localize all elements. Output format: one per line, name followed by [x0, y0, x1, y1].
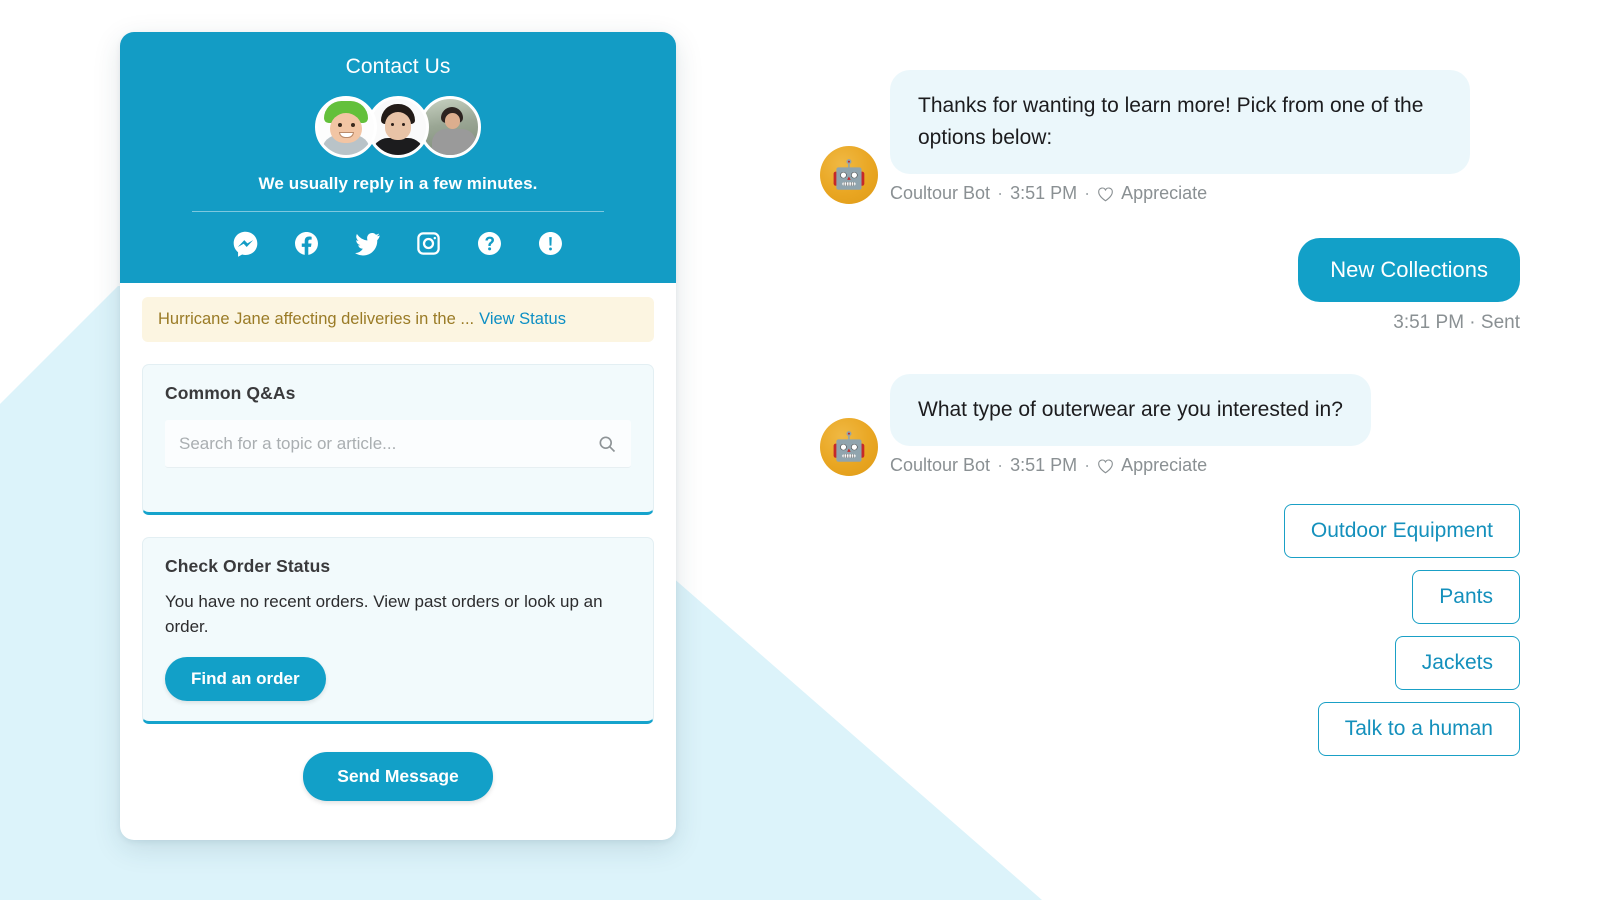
- message-incoming-2: 🤖 What type of outerwear are you interes…: [820, 374, 1520, 476]
- quick-reply-pants[interactable]: Pants: [1412, 570, 1520, 624]
- robot-icon: 🤖: [820, 418, 878, 476]
- message-sender: Coultour Bot: [890, 183, 991, 203]
- message-incoming-1: 🤖 Thanks for wanting to learn more! Pick…: [820, 70, 1520, 204]
- quick-reply-jackets[interactable]: Jackets: [1394, 636, 1520, 690]
- widget-header: Contact Us We usually reply in a few min…: [120, 32, 676, 283]
- find-an-order-button[interactable]: Find an order: [165, 657, 326, 701]
- common-qa-panel: Common Q&As: [142, 364, 654, 515]
- message-bubble: What type of outerwear are you intereste…: [890, 374, 1371, 446]
- message-time: 3:51 PM: [1010, 455, 1078, 475]
- page-title: Contact Us: [345, 55, 451, 78]
- message-body: Thanks for wanting to learn more! Pick f…: [890, 70, 1520, 204]
- quick-reply-talk-to-a-human[interactable]: Talk to a human: [1317, 702, 1520, 756]
- facebook-icon[interactable]: [293, 230, 320, 257]
- search-field-wrapper[interactable]: [165, 420, 631, 468]
- meta-separator: ·: [1084, 455, 1091, 475]
- conversation-thread: 🤖 Thanks for wanting to learn more! Pick…: [820, 70, 1520, 756]
- search-input[interactable]: [179, 433, 597, 454]
- agent-avatar-1: [315, 96, 377, 158]
- send-message-button[interactable]: Send Message: [303, 751, 493, 801]
- agent-avatar-group: [158, 96, 638, 158]
- message-meta: 3:51 PM · Sent: [1393, 312, 1520, 333]
- help-icon[interactable]: [476, 230, 503, 257]
- message-time: 3:51 PM: [1010, 183, 1078, 203]
- widget-body: Hurricane Jane affecting deliveries in t…: [120, 283, 676, 840]
- order-status-description: You have no recent orders. View past ord…: [165, 592, 603, 636]
- message-sender: Coultour Bot: [890, 455, 991, 475]
- contact-widget: Contact Us We usually reply in a few min…: [120, 32, 676, 840]
- view-status-link[interactable]: View Status: [479, 310, 566, 329]
- widget-footer: Send Message: [142, 724, 654, 840]
- instagram-icon[interactable]: [415, 230, 442, 257]
- appreciate-label[interactable]: Appreciate: [1121, 455, 1207, 476]
- common-qa-title: Common Q&As: [165, 383, 296, 403]
- qa-panel-spacer: [165, 468, 631, 492]
- order-status-title: Check Order Status: [165, 556, 331, 576]
- social-links-row: [158, 230, 638, 257]
- meta-separator: ·: [997, 455, 1004, 475]
- message-outgoing-1: New Collections 3:51 PM · Sent: [820, 238, 1520, 334]
- quick-reply-outdoor-equipment[interactable]: Outdoor Equipment: [1283, 504, 1520, 558]
- message-body: What type of outerwear are you intereste…: [890, 374, 1520, 476]
- alert-message: Hurricane Jane affecting deliveries in t…: [158, 310, 475, 328]
- screen-root: Contact Us We usually reply in a few min…: [0, 0, 1600, 900]
- twitter-icon[interactable]: [354, 230, 381, 257]
- heart-icon[interactable]: [1097, 458, 1114, 474]
- message-meta: Coultour Bot · 3:51 PM · Appreciate: [890, 183, 1520, 204]
- heart-icon[interactable]: [1097, 186, 1114, 202]
- search-icon[interactable]: [597, 434, 617, 454]
- header-divider: [191, 211, 605, 212]
- status-alert-banner: Hurricane Jane affecting deliveries in t…: [142, 297, 654, 342]
- alert-icon[interactable]: [537, 230, 564, 257]
- message-meta: Coultour Bot · 3:51 PM · Appreciate: [890, 455, 1520, 476]
- order-status-panel: Check Order Status You have no recent or…: [142, 537, 654, 724]
- messenger-icon[interactable]: [232, 230, 259, 257]
- message-bubble: Thanks for wanting to learn more! Pick f…: [890, 70, 1470, 174]
- reply-time-note: We usually reply in a few minutes.: [258, 174, 538, 193]
- meta-separator: ·: [997, 183, 1004, 203]
- message-bubble: New Collections: [1298, 238, 1520, 302]
- robot-icon: 🤖: [820, 146, 878, 204]
- meta-separator: ·: [1084, 183, 1091, 203]
- appreciate-label[interactable]: Appreciate: [1121, 183, 1207, 204]
- quick-reply-group: Outdoor Equipment Pants Jackets Talk to …: [820, 504, 1520, 756]
